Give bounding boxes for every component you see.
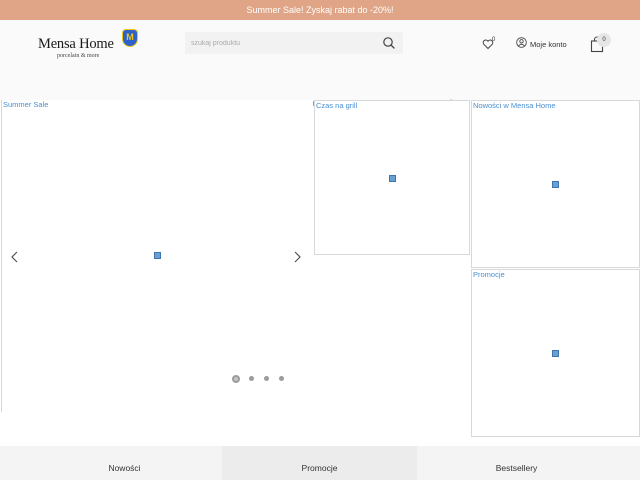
wishlist-count: 0 (492, 37, 496, 43)
product-tabs: Nowości Promocje Bestsellery (0, 446, 640, 480)
account-label: Moje konto (530, 39, 567, 49)
slider-next-arrow-icon[interactable] (286, 245, 308, 269)
slider-dots (231, 374, 294, 384)
cart-count-badge: 0 (597, 33, 611, 47)
account-link[interactable]: Moje konto (516, 35, 567, 53)
tab-nowosci[interactable]: Nowości (27, 446, 222, 480)
broken-image-icon (552, 350, 559, 357)
logo-name: Mensa Home (38, 36, 114, 52)
broken-image-icon (389, 175, 396, 182)
tab-promocje[interactable]: Promocje (222, 446, 417, 480)
broken-image-icon (552, 181, 559, 188)
site-logo[interactable]: Mensa Home porcelain & more M (38, 29, 142, 65)
tab-bestsellery[interactable]: Bestsellery (419, 446, 614, 480)
banner-promotions-title[interactable]: Promocje (473, 270, 505, 279)
logo-badge-icon: M (122, 29, 138, 47)
banner-new-products[interactable]: Nowości w Mensa Home (471, 100, 640, 268)
slider-dot-3[interactable] (264, 376, 269, 381)
slider-prev-arrow-icon[interactable] (4, 245, 26, 269)
banner-grill[interactable]: Czas na grill (314, 100, 470, 255)
main-slider[interactable]: Summer Sale (1, 100, 312, 412)
banner-new-products-title[interactable]: Nowości w Mensa Home (473, 101, 556, 110)
slider-dot-2[interactable] (249, 376, 254, 381)
user-icon (516, 35, 527, 53)
broken-image-icon (154, 252, 161, 259)
slider-dot-1[interactable] (232, 375, 240, 383)
search-bar (185, 32, 403, 54)
slider-dot-4[interactable] (279, 376, 284, 381)
site-header: Mensa Home porcelain & more M 0 Moje kon… (0, 20, 640, 108)
banner-promotions[interactable]: Promocje (471, 269, 640, 437)
slide-title[interactable]: Summer Sale (3, 100, 48, 109)
banner-grill-title[interactable]: Czas na grill (316, 101, 357, 110)
promo-banner[interactable]: Summer Sale! Zyskaj rabat do -20%! (0, 0, 640, 20)
logo-tagline: porcelain & more (57, 53, 100, 59)
search-input[interactable] (185, 32, 375, 54)
wishlist-heart-icon[interactable] (482, 37, 500, 51)
search-icon[interactable] (381, 35, 397, 51)
